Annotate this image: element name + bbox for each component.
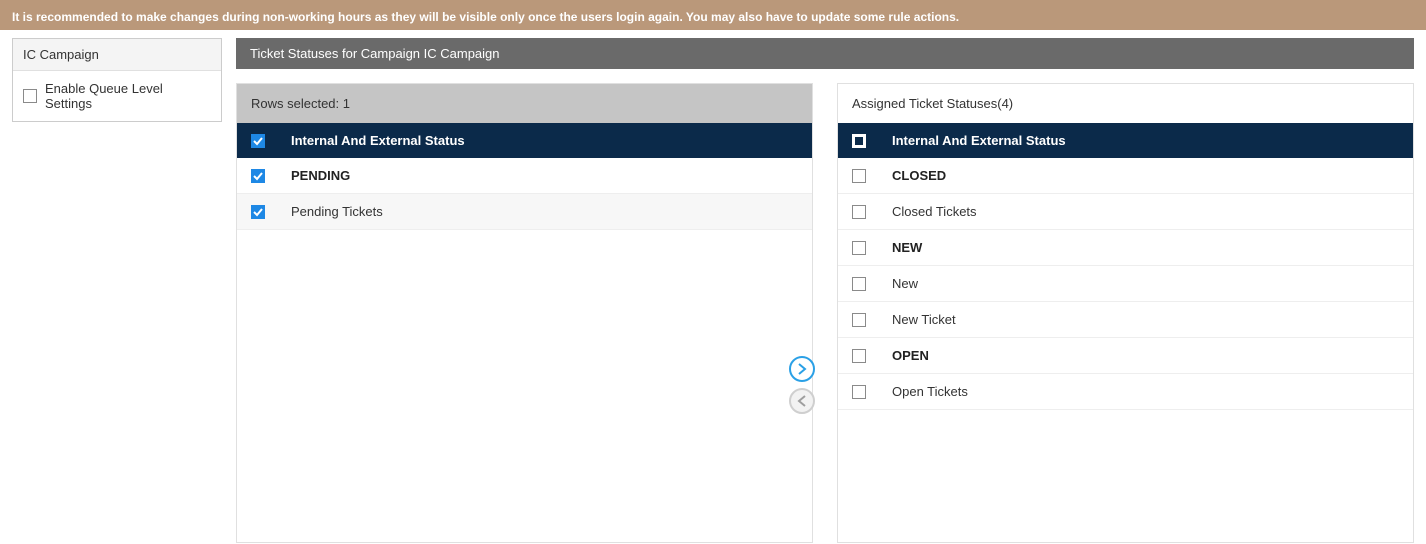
indeterminate-icon	[855, 137, 863, 145]
assigned-row-label: OPEN	[892, 348, 929, 363]
assigned-row-label: Closed Tickets	[892, 204, 977, 219]
transfer-buttons	[789, 356, 815, 414]
assigned-row-checkbox[interactable]	[852, 169, 866, 183]
assigned-row-label: CLOSED	[892, 168, 946, 183]
main-panel: Ticket Statuses for Campaign IC Campaign…	[236, 38, 1414, 543]
assigned-row[interactable]: NEW	[838, 230, 1413, 266]
check-icon	[253, 136, 263, 146]
available-row[interactable]: Pending Tickets	[237, 194, 812, 230]
assigned-row[interactable]: Closed Tickets	[838, 194, 1413, 230]
assigned-row-label: New	[892, 276, 918, 291]
assigned-row[interactable]: Open Tickets	[838, 374, 1413, 410]
assigned-list-body: CLOSED Closed Tickets NEW New New Ticket OPEN…	[838, 158, 1413, 542]
available-column-header: Internal And External Status	[237, 123, 812, 158]
assigned-row[interactable]: New Ticket	[838, 302, 1413, 338]
available-row-label: Pending Tickets	[291, 204, 383, 219]
assigned-row-checkbox[interactable]	[852, 385, 866, 399]
chevron-right-icon	[796, 363, 808, 375]
assigned-row-label: NEW	[892, 240, 922, 255]
sidebar-title: IC Campaign	[13, 39, 221, 71]
enable-queue-checkbox[interactable]	[23, 89, 37, 103]
assigned-row[interactable]: New	[838, 266, 1413, 302]
available-select-all-checkbox[interactable]	[251, 134, 265, 148]
assigned-row[interactable]: CLOSED	[838, 158, 1413, 194]
enable-queue-row: Enable Queue Level Settings	[23, 81, 211, 111]
assigned-subheader: Assigned Ticket Statuses(4)	[838, 84, 1413, 123]
assigned-column-header: Internal And External Status	[838, 123, 1413, 158]
available-row-checkbox[interactable]	[251, 169, 265, 183]
assigned-row-label: Open Tickets	[892, 384, 968, 399]
assigned-row-checkbox[interactable]	[852, 349, 866, 363]
main-title: Ticket Statuses for Campaign IC Campaign	[236, 38, 1414, 69]
available-row-label: PENDING	[291, 168, 350, 183]
available-row-checkbox[interactable]	[251, 205, 265, 219]
available-list-body: PENDING Pending Tickets	[237, 158, 812, 542]
list-gap	[813, 83, 837, 543]
assigned-row[interactable]: OPEN	[838, 338, 1413, 374]
move-left-button[interactable]	[789, 388, 815, 414]
sidebar: IC Campaign Enable Queue Level Settings	[12, 38, 222, 122]
available-row[interactable]: PENDING	[237, 158, 812, 194]
assigned-row-checkbox[interactable]	[852, 241, 866, 255]
available-column-header-text: Internal And External Status	[291, 133, 465, 148]
assigned-row-label: New Ticket	[892, 312, 956, 327]
check-icon	[253, 171, 263, 181]
available-subheader: Rows selected: 1	[237, 84, 812, 123]
info-banner: It is recommended to make changes during…	[0, 4, 1426, 30]
assigned-row-checkbox[interactable]	[852, 205, 866, 219]
sidebar-body: Enable Queue Level Settings	[13, 71, 221, 121]
assigned-row-checkbox[interactable]	[852, 277, 866, 291]
check-icon	[253, 207, 263, 217]
assigned-select-all-checkbox[interactable]	[852, 134, 866, 148]
assigned-column-header-text: Internal And External Status	[892, 133, 1066, 148]
dual-list: Rows selected: 1 Internal And External S…	[236, 83, 1414, 543]
enable-queue-label: Enable Queue Level Settings	[45, 81, 211, 111]
assigned-list-panel: Assigned Ticket Statuses(4) Internal And…	[837, 83, 1414, 543]
chevron-left-icon	[796, 395, 808, 407]
content-area: IC Campaign Enable Queue Level Settings …	[0, 30, 1426, 543]
available-list-panel: Rows selected: 1 Internal And External S…	[236, 83, 813, 543]
move-right-button[interactable]	[789, 356, 815, 382]
assigned-row-checkbox[interactable]	[852, 313, 866, 327]
info-banner-text: It is recommended to make changes during…	[12, 10, 959, 24]
